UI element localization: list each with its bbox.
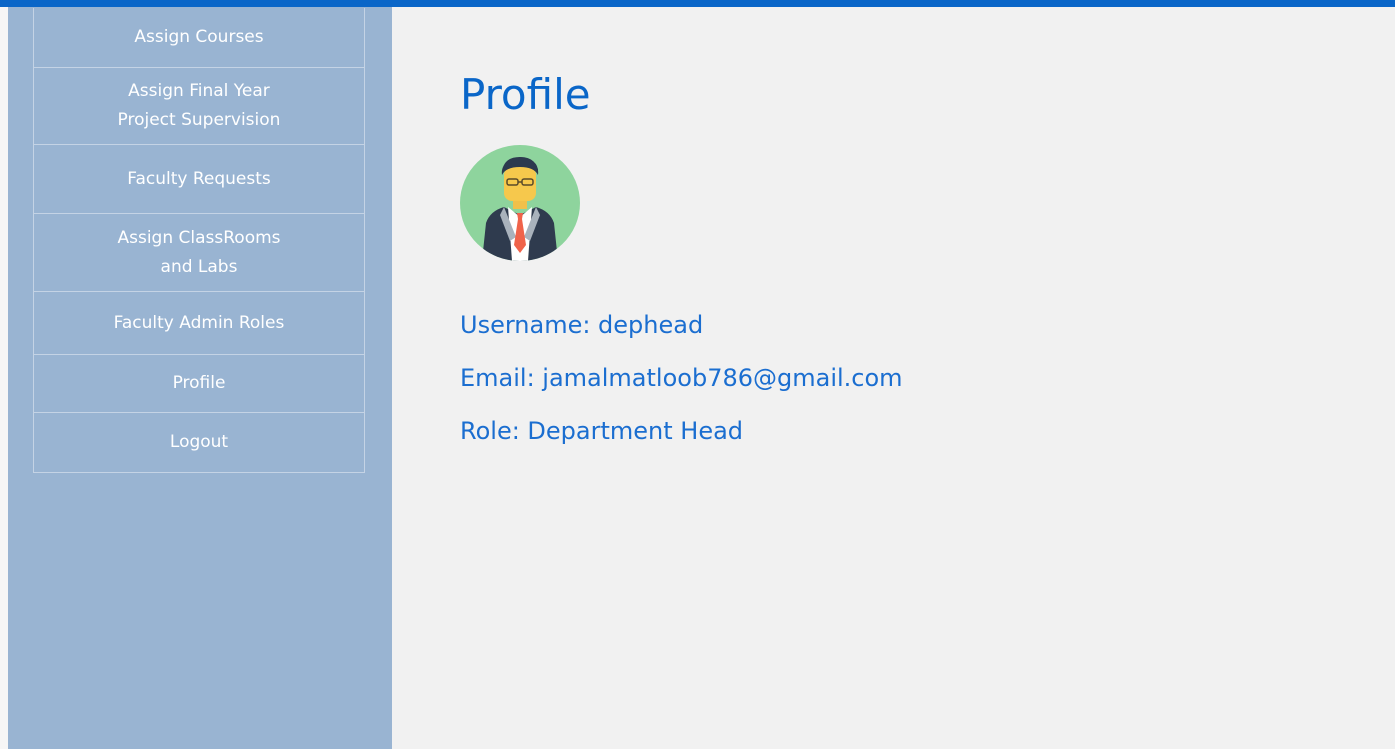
sidebar-item-logout[interactable]: Logout [34, 413, 364, 472]
businessman-avatar-icon [460, 145, 580, 261]
sidebar-item-profile[interactable]: Profile [34, 355, 364, 413]
sidebar-item-faculty-admin-roles[interactable]: Faculty Admin Roles [34, 292, 364, 355]
top-accent-bar [0, 0, 1395, 7]
profile-role: Role: Department Head [460, 417, 744, 445]
avatar [460, 145, 580, 261]
page-title: Profile [460, 70, 591, 119]
sidebar-item-assign-courses[interactable]: Assign Courses [34, 8, 364, 68]
profile-username: Username: dephead [460, 311, 704, 339]
sidebar: Assign Courses Assign Final Year Project… [8, 7, 392, 749]
sidebar-item-faculty-requests[interactable]: Faculty Requests [34, 145, 364, 214]
sidebar-item-assign-classrooms-labs[interactable]: Assign ClassRooms and Labs [34, 214, 364, 292]
profile-email: Email: jamalmatloob786@gmail.com [460, 364, 903, 392]
main-content: Profile Username: dephead Email: jamalma… [392, 7, 1395, 749]
sidebar-item-assign-fyp-supervision[interactable]: Assign Final Year Project Supervision [34, 68, 364, 145]
sidebar-menu: Assign Courses Assign Final Year Project… [33, 8, 365, 473]
window-left-edge [0, 7, 8, 749]
